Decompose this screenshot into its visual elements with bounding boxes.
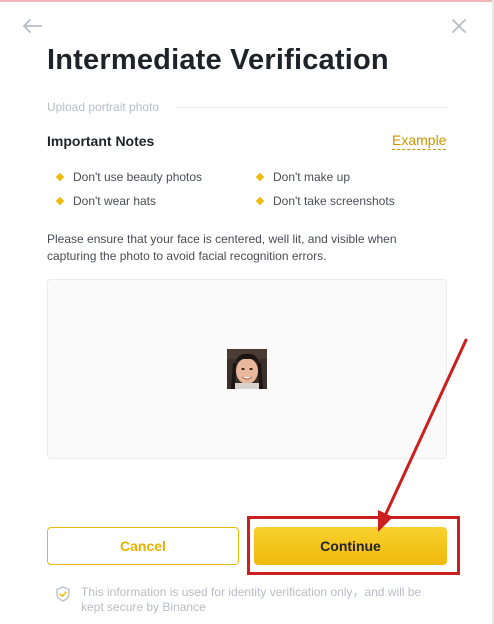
security-text: This information is used for identity ve… bbox=[81, 585, 422, 614]
portrait-photo bbox=[227, 349, 267, 389]
top-border bbox=[0, 0, 494, 2]
close-icon bbox=[452, 19, 466, 33]
tip-text: Don't wear hats bbox=[73, 194, 156, 208]
tip-no-make-up: Don't make up bbox=[255, 170, 350, 184]
diamond-bullet-icon bbox=[55, 172, 65, 182]
back-button[interactable] bbox=[20, 14, 44, 38]
diamond-bullet-icon bbox=[255, 196, 265, 206]
tip-no-hats: Don't wear hats bbox=[55, 194, 156, 208]
tip-text: Don't take screenshots bbox=[273, 194, 395, 208]
diamond-bullet-icon bbox=[255, 172, 265, 182]
arrow-left-icon bbox=[23, 19, 42, 33]
diamond-bullet-icon bbox=[55, 196, 65, 206]
shield-check-icon bbox=[56, 586, 70, 602]
instructions-text: Please ensure that your face is centered… bbox=[47, 232, 397, 263]
page-title: Intermediate Verification bbox=[47, 44, 389, 76]
step-divider bbox=[175, 106, 447, 108]
cancel-button[interactable]: Cancel bbox=[47, 527, 239, 565]
tip-no-beauty-photos: Don't use beauty photos bbox=[55, 170, 202, 184]
security-notice: This information is used for identity ve… bbox=[55, 585, 447, 615]
tip-text: Don't use beauty photos bbox=[73, 170, 203, 184]
notes-heading: Important Notes bbox=[47, 133, 155, 149]
tip-text: Don't make up bbox=[273, 170, 350, 184]
step-indicator: Upload portrait photo bbox=[47, 99, 447, 115]
tip-no-screenshots: Don't take screenshots bbox=[255, 194, 395, 208]
photo-preview-area bbox=[47, 279, 447, 459]
close-button[interactable] bbox=[447, 14, 471, 38]
continue-button[interactable]: Continue bbox=[254, 527, 447, 565]
step-label: Upload portrait photo bbox=[47, 100, 160, 114]
example-link[interactable]: Example bbox=[392, 132, 447, 150]
